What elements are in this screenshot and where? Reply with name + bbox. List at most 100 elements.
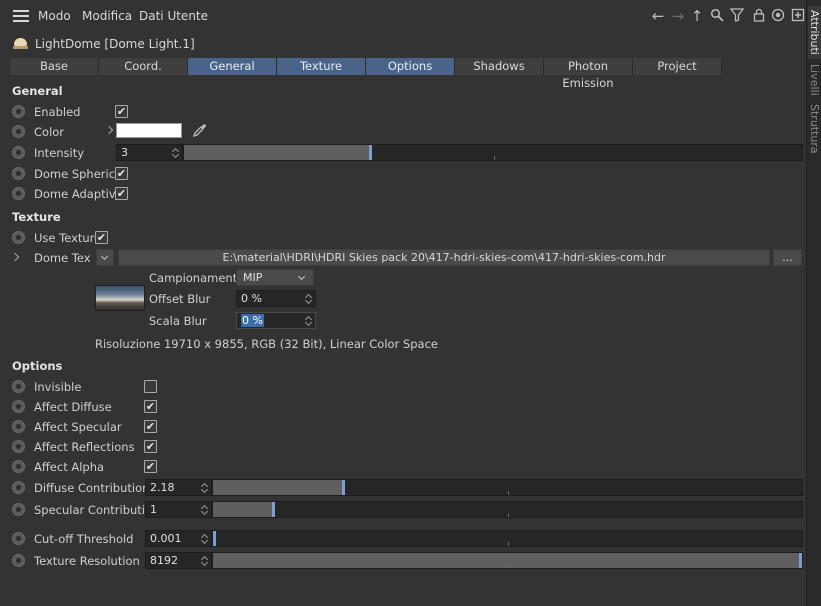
lock-icon[interactable] [751,8,767,24]
forward-arrow-icon[interactable]: → [670,8,686,24]
dome-spherical-checkbox[interactable]: ✔ [115,167,128,180]
texture-resolution-input[interactable]: 8192 [145,552,212,569]
dome-adaptive-label: Dome Adaptive [34,187,123,201]
filter-icon[interactable] [729,8,745,24]
affect-diffuse-animate-radio[interactable] [12,400,25,413]
specular-contribution-slider-knob[interactable] [272,502,275,517]
invisible-animate-radio[interactable] [12,380,25,393]
cutoff-threshold-label: Cut-off Threshold [34,532,134,546]
enabled-checkbox[interactable]: ✔ [115,105,128,118]
dome-tex-path: E:\material\HDRI\HDRI Skies pack 20\417-… [222,251,666,264]
new-panel-icon[interactable] [790,8,806,24]
hamburger-menu-icon[interactable] [13,10,29,22]
color-animate-radio[interactable] [12,125,25,138]
cutoff-threshold-slider-knob[interactable] [213,531,216,546]
diffuse-contribution-slider[interactable] [212,479,803,496]
texture-resolution-slider-tick [508,564,509,568]
offset-blur-value: 0 % [241,292,262,305]
offset-blur-stepper-icon[interactable] [306,292,313,305]
tab-general[interactable]: General [188,58,277,75]
sampling-label: Campionamento [149,271,245,285]
hdr-preview-thumbnail [95,285,145,311]
menu-modo[interactable]: Modo [38,9,71,23]
section-general-heading: General [12,84,63,98]
side-tab-attributi[interactable]: Attributi [808,6,821,59]
menu-bar: Modo Modifica Dati Utente ← → ↑ [0,0,806,32]
chevron-down-icon [100,252,109,261]
affect-alpha-checkbox[interactable]: ✔ [144,460,157,473]
dome-tex-label: Dome Tex [34,251,91,265]
color-expand-chevron-icon[interactable] [104,125,114,135]
intensity-slider[interactable] [183,144,803,161]
back-arrow-icon[interactable]: ← [650,8,666,24]
intensity-slider-knob[interactable] [369,145,372,160]
dome-tex-path-field[interactable]: E:\material\HDRI\HDRI Skies pack 20\417-… [118,249,770,266]
side-tab-livelli[interactable]: Livelli [808,64,821,96]
dome-adaptive-checkbox[interactable]: ✔ [115,187,128,200]
eyedropper-icon[interactable] [191,121,209,142]
chevron-down-icon [297,272,306,281]
cutoff-threshold-stepper-icon[interactable] [202,532,209,545]
affect-diffuse-checkbox[interactable]: ✔ [144,400,157,413]
diffuse-contribution-stepper-icon[interactable] [202,481,209,494]
tab-shadows[interactable]: Shadows [455,58,544,75]
affect-specular-animate-radio[interactable] [12,420,25,433]
affect-reflections-animate-radio[interactable] [12,440,25,453]
intensity-input[interactable]: 3 [116,144,183,161]
texture-resolution-slider-knob[interactable] [799,553,802,568]
specular-contribution-stepper-icon[interactable] [202,503,209,516]
texture-resolution-slider-fill [213,553,799,568]
up-arrow-icon[interactable]: ↑ [689,8,705,24]
invisible-checkbox[interactable] [144,380,157,393]
affect-alpha-label: Affect Alpha [34,460,105,474]
texture-resolution-stepper-icon[interactable] [202,554,209,567]
affect-alpha-animate-radio[interactable] [12,460,25,473]
affect-specular-checkbox[interactable]: ✔ [144,420,157,433]
dome-spherical-animate-radio[interactable] [12,167,25,180]
use-texture-animate-radio[interactable] [12,231,25,244]
tab-coord[interactable]: Coord. [99,58,188,75]
enabled-animate-radio[interactable] [12,105,25,118]
tab-texture[interactable]: Texture [277,58,366,75]
intensity-stepper-icon[interactable] [173,146,180,159]
intensity-slider-tick [494,156,495,160]
use-texture-checkbox[interactable]: ✔ [95,231,108,244]
cutoff-threshold-slider-tick [508,542,509,546]
tab-project[interactable]: Project [633,58,722,75]
affect-reflections-checkbox[interactable]: ✔ [144,440,157,453]
tab-photon-emission[interactable]: Photon Emission [544,58,633,90]
specular-contribution-animate-radio[interactable] [12,503,25,516]
texture-resolution-info: Risoluzione 19710 x 9855, RGB (32 Bit), … [95,337,438,351]
scale-blur-input[interactable]: 0 % [236,312,316,329]
diffuse-contribution-slider-knob[interactable] [342,480,345,495]
color-swatch[interactable] [116,123,182,138]
menu-modifica[interactable]: Modifica [82,9,132,23]
texture-resolution-animate-radio[interactable] [12,554,25,567]
dome-tex-expand-chevron-icon[interactable] [10,252,20,262]
dome-adaptive-animate-radio[interactable] [12,187,25,200]
tab-options[interactable]: Options [366,58,455,75]
texture-resolution-slider[interactable] [212,552,803,569]
specular-contribution-input[interactable]: 1 [145,501,212,518]
cutoff-threshold-animate-radio[interactable] [12,532,25,545]
cutoff-threshold-input[interactable]: 0.001 [145,530,212,547]
specular-contribution-slider-tick [508,513,509,517]
offset-blur-input[interactable]: 0 % [236,290,316,307]
diffuse-contribution-input[interactable]: 2.18 [145,479,212,496]
browse-button[interactable]: ... [773,249,802,266]
intensity-animate-radio[interactable] [12,146,25,159]
object-title: LightDome [Dome Light.1] [35,37,195,51]
sampling-select[interactable]: MIP [236,269,314,286]
tab-base[interactable]: Base [10,58,99,75]
target-icon[interactable] [770,8,786,24]
search-icon[interactable] [709,8,725,24]
side-tab-struttura[interactable]: Struttura [808,104,821,154]
dome-tex-dropdown-button[interactable] [96,249,114,266]
menu-dati-utente[interactable]: Dati Utente [139,9,208,23]
cutoff-threshold-slider[interactable] [212,530,803,547]
cutoff-threshold-value: 0.001 [150,532,182,545]
scale-blur-stepper-icon[interactable] [306,314,313,327]
specular-contribution-slider[interactable] [212,501,803,518]
diffuse-contribution-animate-radio[interactable] [12,481,25,494]
invisible-label: Invisible [34,380,82,394]
